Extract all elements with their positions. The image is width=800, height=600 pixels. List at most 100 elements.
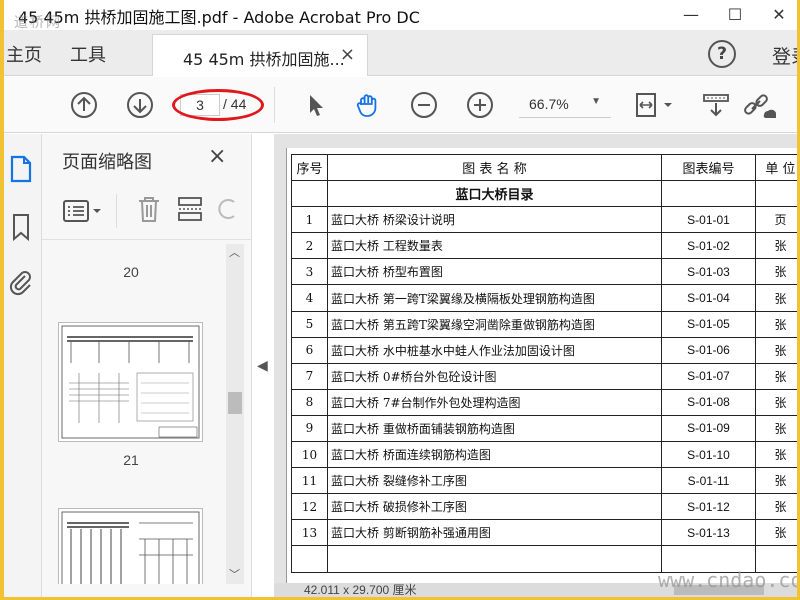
scroll-up-icon[interactable]: ︿ — [229, 244, 240, 260]
window-title: 45 45m 拱桥加固施工图.pdf - Adobe Acrobat Pro D… — [18, 8, 420, 27]
table-row: 10 蓝口大桥 桥面连续钢筋构造图 S-01-10 张 — [291, 441, 797, 469]
scrollbar-thumb[interactable] — [228, 392, 242, 414]
section-unit-cell — [755, 180, 797, 208]
bookmark-icon[interactable] — [8, 212, 34, 242]
fit-page-icon[interactable] — [634, 91, 676, 119]
help-button[interactable]: ? — [708, 40, 736, 68]
toolbar: / 44 66.7% ▼ — [4, 77, 797, 133]
thumbnail-drawing — [61, 511, 200, 584]
cell-no: 4 — [291, 284, 328, 312]
page-number-input[interactable] — [180, 94, 220, 116]
cell-unit: 页 — [755, 206, 797, 234]
cell-name: 蓝口大桥 7#台制作外包处理构造图 — [327, 388, 662, 416]
col-header-code: 图表编号 — [661, 153, 756, 182]
tab-close-icon[interactable]: × — [340, 44, 355, 65]
scroll-mode-icon[interactable] — [702, 91, 730, 119]
table-row: 9 蓝口大桥 重做桥面铺装钢筋构造图 S-01-09 张 — [291, 414, 797, 443]
document-view[interactable]: 序号 图 表 名 称 图表编号 单 位 蓝口大桥目录 1 蓝口大桥 桥梁设计说明 S… — [274, 134, 797, 597]
watermark-top: 道桥网 — [14, 15, 62, 31]
next-page-icon[interactable] — [126, 91, 154, 119]
cell-unit: 张 — [755, 310, 797, 338]
options-menu-icon[interactable] — [62, 198, 106, 224]
zoom-in-icon[interactable] — [466, 91, 494, 119]
section-no-cell — [291, 180, 328, 208]
cell-no: 7 — [291, 362, 328, 390]
cell-no: 8 — [291, 388, 328, 416]
maximize-button[interactable]: ☐ — [720, 4, 750, 26]
thumbnail-scrollbar[interactable]: ︿ ﹀ — [226, 244, 244, 584]
page-thumbnails-icon[interactable] — [8, 154, 34, 184]
cell-name: 蓝口大桥 重做桥面铺装钢筋构造图 — [327, 414, 662, 443]
tab-tools[interactable]: 工具 — [70, 41, 106, 67]
table-row: 8 蓝口大桥 7#台制作外包处理构造图 S-01-08 张 — [291, 388, 797, 416]
thumbnail-page-22[interactable] — [58, 508, 203, 584]
cell-code: S-01-10 — [661, 441, 756, 469]
cell-unit: 张 — [755, 467, 797, 495]
cell-code: S-01-06 — [661, 336, 756, 364]
table-row: 13 蓝口大桥 剪断钢筋补强通用图 S-01-13 张 — [291, 519, 797, 547]
cell-no: 5 — [291, 310, 328, 338]
table-row: 7 蓝口大桥 0#桥台外包砼设计图 S-01-07 张 — [291, 362, 797, 390]
toolbar-separator — [274, 87, 275, 123]
cell-code: S-01-11 — [661, 467, 756, 495]
zoom-select[interactable]: 66.7% ▼ — [519, 92, 611, 118]
rotate-page-icon[interactable] — [218, 196, 238, 222]
thumbnail-page-label: 20 — [123, 264, 139, 280]
select-cursor-icon[interactable] — [302, 91, 330, 119]
panel-title: 页面缩略图 — [62, 152, 152, 173]
cell-empty — [327, 545, 662, 573]
cell-name: 蓝口大桥 桥梁设计说明 — [327, 206, 662, 234]
page-total: / 44 — [223, 96, 247, 112]
title-bar: 45 45m 拱桥加固施工图.pdf - Adobe Acrobat Pro D… — [4, 0, 797, 31]
scroll-down-icon[interactable]: ﹀ — [229, 566, 240, 582]
document-page: 序号 图 表 名 称 图表编号 单 位 蓝口大桥目录 1 蓝口大桥 桥梁设计说明 S… — [286, 148, 797, 597]
zoom-value: 66.7% — [529, 96, 569, 112]
thumbnail-page-21[interactable] — [58, 322, 203, 442]
cell-name: 蓝口大桥 第五跨T梁翼缘空洞凿除重做钢筋构造图 — [327, 310, 662, 338]
close-window-button[interactable]: ✕ — [764, 4, 794, 26]
cell-unit: 张 — [755, 258, 797, 286]
tab-bar: 主页 工具 45 45m 拱桥加固施... × ? 登录 — [4, 30, 797, 76]
cell-no: 13 — [291, 519, 328, 547]
table-row: 5 蓝口大桥 第五跨T梁翼缘空洞凿除重做钢筋构造图 S-01-05 张 — [291, 310, 797, 338]
col-header-name: 图 表 名 称 — [327, 153, 662, 182]
panel-separator — [116, 194, 117, 228]
cell-no: 2 — [291, 232, 328, 260]
delete-page-icon[interactable] — [136, 194, 162, 224]
collapse-panel-icon[interactable]: ◀ — [257, 358, 268, 374]
tab-document[interactable]: 45 45m 拱桥加固施... × — [152, 34, 368, 76]
cell-empty — [291, 545, 328, 573]
thumbnails-panel: 页面缩略图 × 20 21 ︿ ﹀ — [42, 134, 252, 597]
cell-no: 12 — [291, 493, 328, 521]
share-link-icon[interactable] — [742, 91, 776, 119]
cell-unit: 张 — [755, 284, 797, 312]
cell-name: 蓝口大桥 桥型布置图 — [327, 258, 662, 286]
tab-document-label: 45 45m 拱桥加固施... — [183, 50, 345, 69]
insert-page-icon[interactable] — [176, 194, 204, 224]
panel-toolbar — [42, 184, 251, 240]
cell-name: 蓝口大桥 工程数量表 — [327, 232, 662, 260]
cell-unit: 张 — [755, 519, 797, 547]
minimize-button[interactable]: — — [676, 4, 706, 26]
cell-unit: 张 — [755, 414, 797, 443]
tab-home[interactable]: 主页 — [6, 41, 42, 67]
zoom-out-icon[interactable] — [410, 91, 438, 119]
hand-tool-icon[interactable] — [354, 91, 382, 119]
section-title: 蓝口大桥目录 — [327, 180, 662, 208]
cell-name: 蓝口大桥 剪断钢筋补强通用图 — [327, 519, 662, 547]
cell-code: S-01-07 — [661, 362, 756, 390]
thumbnail-list: 20 21 — [52, 244, 242, 584]
cell-no: 1 — [291, 206, 328, 234]
chevron-down-icon: ▼ — [591, 96, 601, 107]
previous-page-icon[interactable] — [70, 91, 98, 119]
login-button[interactable]: 登录 — [772, 42, 797, 69]
cell-unit: 张 — [755, 441, 797, 469]
panel-close-icon[interactable]: × — [208, 144, 226, 169]
section-title-row: 蓝口大桥目录 — [291, 180, 797, 208]
table-row: 3 蓝口大桥 桥型布置图 S-01-03 张 — [291, 258, 797, 286]
cell-no: 6 — [291, 336, 328, 364]
section-code-cell — [661, 180, 756, 208]
table-row: 2 蓝口大桥 工程数量表 S-01-02 张 — [291, 232, 797, 260]
attachment-icon[interactable] — [8, 268, 34, 298]
cell-code: S-01-13 — [661, 519, 756, 547]
